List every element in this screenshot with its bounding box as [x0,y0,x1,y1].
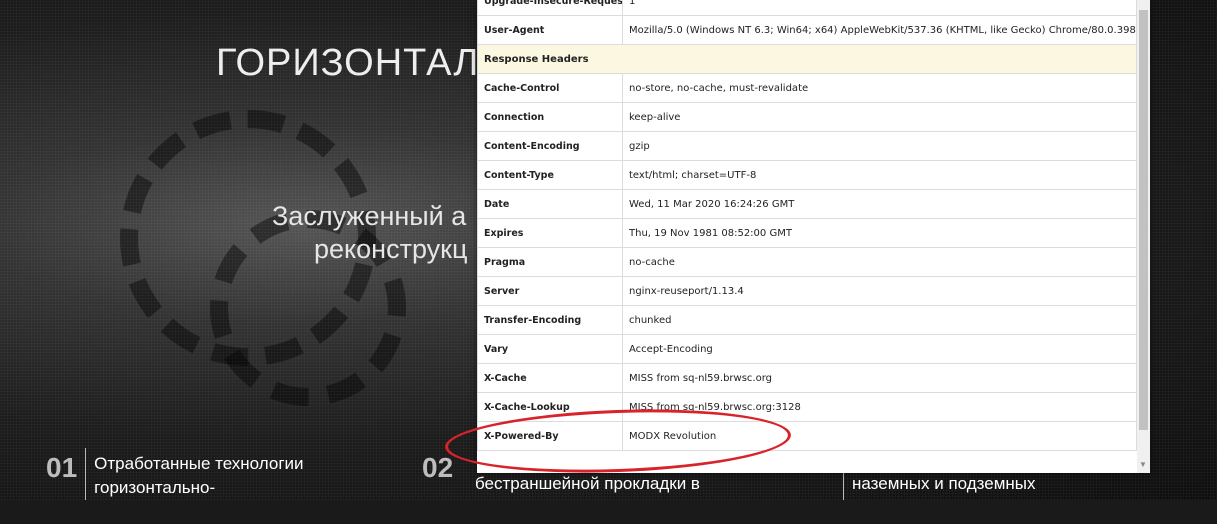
table-row: Expires Thu, 19 Nov 1981 08:52:00 GMT [477,218,1137,248]
table-section-row: Response Headers [477,44,1137,74]
hero-title: ГОРИЗОНТАЛЬ [216,42,506,84]
table-row: Pragma no-cache [477,247,1137,277]
header-name: Server [477,276,623,306]
header-name: Content-Encoding [477,131,623,161]
table-row: Server nginx-reuseport/1.13.4 [477,276,1137,306]
section-label: Response Headers [477,44,1137,74]
header-name: User-Agent [477,15,623,45]
feature-text-line: Отработанные технологии [94,454,304,473]
feature-text-line: бестраншейной прокладки в [475,474,700,493]
table-row: Vary Accept-Encoding [477,334,1137,364]
feature-text-02: бестраншейной прокладки в [475,472,700,524]
scroll-down-icon[interactable]: ▼ [1139,460,1147,469]
table-row: User-Agent Mozilla/5.0 (Windows NT 6.3; W… [477,15,1137,45]
header-value: Thu, 19 Nov 1981 08:52:00 GMT [622,218,1137,248]
header-value: MISS from sq-nl59.brwsc.org [622,363,1137,393]
header-name: Cache-Control [477,73,623,103]
table-row: Content-Encoding gzip [477,131,1137,161]
scrollbar-thumb[interactable] [1139,10,1148,430]
header-value: Wed, 11 Mar 2020 16:24:26 GMT [622,189,1137,219]
table-row: Cache-Control no-store, no-cache, must-re… [477,73,1137,103]
header-name: X-Cache [477,363,623,393]
table-row: Date Wed, 11 Mar 2020 16:24:26 GMT [477,189,1137,219]
table-row: Upgrade-Insecure-Requests 1 [477,0,1137,16]
header-value: no-store, no-cache, must-revalidate [622,73,1137,103]
header-value: keep-alive [622,102,1137,132]
headers-table-wrap: Upgrade-Insecure-Requests 1 User-Agent Mozi… [477,0,1137,451]
header-name: Pragma [477,247,623,277]
header-name: Expires [477,218,623,248]
header-name: Upgrade-Insecure-Requests [477,0,623,16]
hero-subtitle-line1: Заслуженный а [272,201,467,231]
table-row: Transfer-Encoding chunked [477,305,1137,335]
feature-divider [85,448,87,500]
hero-subtitle-line2: реконструкц [314,234,468,264]
scrollbar[interactable]: ▼ [1137,0,1150,473]
header-value: chunked [622,305,1137,335]
feature-item-01: 01 Отработанные технологии горизонтально… [46,448,304,500]
hero-subtitle: Заслуженный а реконструкц [272,200,467,266]
header-value: Accept-Encoding [622,334,1137,364]
feature-text: Отработанные технологии горизонтально- [94,448,303,500]
header-name: Date [477,189,623,219]
headers-table: Upgrade-Insecure-Requests 1 User-Agent Mozi… [477,0,1137,451]
table-row: Connection keep-alive [477,102,1137,132]
table-row: Content-Type text/html; charset=UTF-8 [477,160,1137,190]
header-name: Transfer-Encoding [477,305,623,335]
header-value: gzip [622,131,1137,161]
feature-text-line: горизонтально- [94,478,216,497]
header-value: Mozilla/5.0 (Windows NT 6.3; Win64; x64)… [622,15,1137,45]
header-name: Connection [477,102,623,132]
header-value: text/html; charset=UTF-8 [622,160,1137,190]
feature-number: 01 [46,452,78,483]
http-headers-popup: Upgrade-Insecure-Requests 1 User-Agent Mozi… [477,0,1150,473]
header-value: no-cache [622,247,1137,277]
header-value: nginx-reuseport/1.13.4 [622,276,1137,306]
header-value: 1 [622,0,1137,16]
table-row: X-Cache MISS from sq-nl59.brwsc.org [477,363,1137,393]
header-name: Content-Type [477,160,623,190]
header-name: Vary [477,334,623,364]
